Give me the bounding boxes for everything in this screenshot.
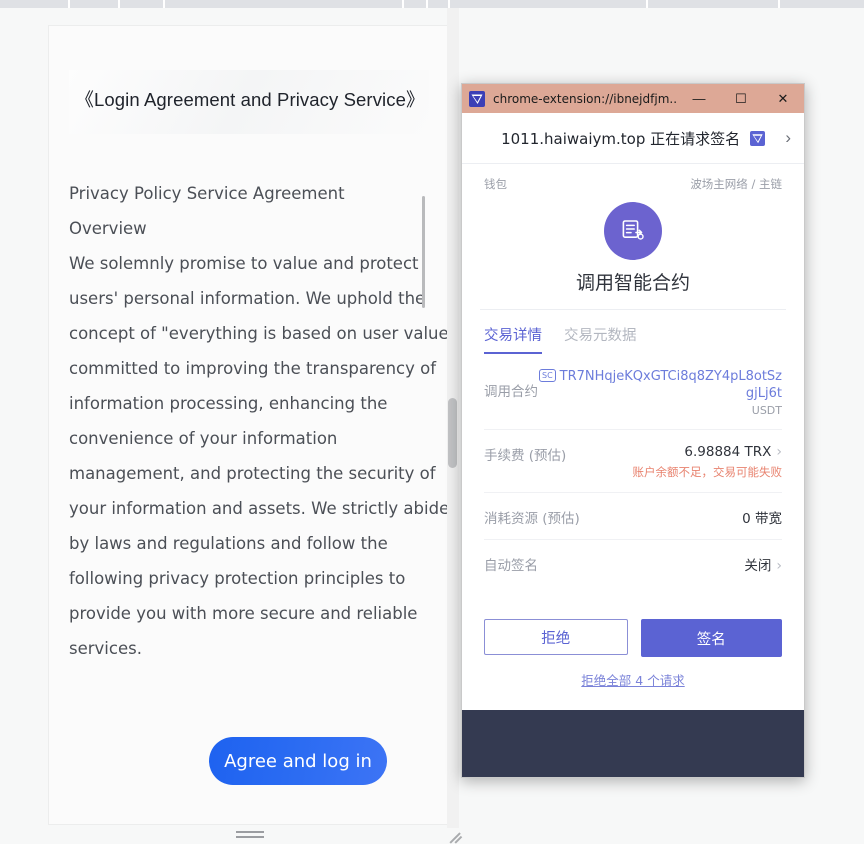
contract-address-text: TR7NHqjeKQxGTCi8q8ZY4pL8otSzgjLj6t bbox=[559, 369, 782, 401]
tronlink-extension-window: chrome-extension://ibnejdfjm... — ☐ ✕ 10… bbox=[461, 83, 805, 778]
page-scrollbar-thumb[interactable] bbox=[448, 398, 457, 468]
drag-handle-bar bbox=[236, 831, 264, 833]
tronlink-favicon-icon bbox=[469, 90, 485, 107]
tab-separator bbox=[448, 0, 450, 8]
transaction-hero: 调用智能合约 bbox=[480, 194, 786, 310]
contract-address-link[interactable]: SC TR7NHqjeKQxGTCi8q8ZY4pL8otSzgjLj6t bbox=[538, 369, 782, 401]
network-label: 波场主网络 / 主链 bbox=[690, 177, 782, 191]
tab-transaction-details[interactable]: 交易详情 bbox=[484, 324, 542, 354]
tab-separator bbox=[646, 0, 648, 8]
signature-request-header: 1011.haiwaiym.top 正在请求签名 › bbox=[462, 113, 804, 164]
maximize-button[interactable]: ☐ bbox=[720, 84, 762, 113]
detail-row-fee: 手续费 (预估) 6.98884 TRX › 账户余额不足，交易可能失败 bbox=[484, 430, 782, 493]
agreement-text-line: convenience of your information bbox=[69, 429, 338, 448]
agreement-text-line: information processing, enhancing the bbox=[69, 394, 388, 413]
fee-amount: 6.98884 TRX bbox=[684, 444, 772, 460]
close-button[interactable]: ✕ bbox=[762, 84, 804, 113]
agreement-text-body: Privacy Policy Service Agreement Overview… bbox=[69, 176, 452, 696]
browser-tab-strip[interactable] bbox=[0, 0, 864, 8]
page-title: 《Login Agreement and Privacy Service》 bbox=[75, 89, 425, 110]
sign-button[interactable]: 签名 bbox=[640, 619, 782, 657]
request-origin-text: 1011.haiwaiym.top 正在请求签名 bbox=[501, 129, 741, 148]
agreement-text-line: provide you with more secure and reliabl… bbox=[69, 604, 418, 623]
agreement-text-line: Overview bbox=[69, 219, 147, 238]
detail-row-resource: 消耗资源 (预估) 0 带宽 bbox=[484, 493, 782, 540]
fee-label: 手续费 (预估) bbox=[484, 448, 567, 464]
contract-token-symbol: USDT bbox=[751, 404, 782, 417]
smart-contract-icon bbox=[604, 202, 662, 260]
login-agreement-card: 《Login Agreement and Privacy Service》 Pr… bbox=[48, 25, 452, 825]
tab-transaction-metadata[interactable]: 交易元数据 bbox=[564, 324, 637, 354]
contract-value: SC TR7NHqjeKQxGTCi8q8ZY4pL8otSzgjLj6t USD… bbox=[538, 368, 782, 417]
transaction-details-list: 调用合约 SC TR7NHqjeKQxGTCi8q8ZY4pL8otSzgjLj6… bbox=[462, 354, 804, 586]
tab-separator bbox=[778, 0, 780, 8]
action-footer: 拒绝 签名 拒绝全部 4 个请求 bbox=[462, 619, 804, 689]
reject-button[interactable]: 拒绝 bbox=[484, 619, 628, 655]
agreement-scrollbar-thumb[interactable] bbox=[422, 196, 425, 308]
fee-value-group: 6.98884 TRX › 账户余额不足，交易可能失败 bbox=[633, 444, 783, 480]
wallet-network-row: 钱包 波场主网络 / 主链 bbox=[462, 164, 804, 194]
tab-separator bbox=[426, 0, 428, 8]
window-drag-handle[interactable] bbox=[236, 831, 264, 839]
request-expand-chevron-icon[interactable]: › bbox=[785, 128, 791, 148]
auto-sign-chevron-icon[interactable]: › bbox=[776, 558, 782, 574]
request-origin-label: 1011.haiwaiym.top 正在请求签名 bbox=[501, 128, 765, 149]
insufficient-balance-warning: 账户余额不足，交易可能失败 bbox=[632, 465, 783, 479]
tab-separator bbox=[163, 0, 165, 8]
auto-sign-label: 自动签名 bbox=[484, 558, 538, 574]
transaction-type-title: 调用智能合约 bbox=[575, 272, 690, 294]
agreement-text-line: We solemnly promise to value and protect bbox=[69, 254, 419, 273]
reject-all-requests-link[interactable]: 拒绝全部 4 个请求 bbox=[484, 670, 782, 689]
agreement-text-line: users' personal information. We uphold t… bbox=[69, 289, 426, 308]
tab-separator bbox=[118, 0, 120, 8]
agreement-text-line: management, and protecting the security … bbox=[69, 464, 436, 483]
detail-row-contract: 调用合约 SC TR7NHqjeKQxGTCi8q8ZY4pL8otSzgjLj6… bbox=[484, 354, 782, 430]
agreement-text-line: following privacy protection principles … bbox=[69, 569, 406, 588]
agreement-text-line: services. bbox=[69, 639, 142, 658]
resource-label: 消耗资源 (预估) bbox=[484, 511, 580, 527]
auto-sign-state: 关闭 bbox=[744, 558, 772, 574]
action-buttons: 拒绝 签名 bbox=[484, 619, 782, 657]
tronlink-badge-icon bbox=[749, 130, 765, 146]
extension-dark-panel bbox=[462, 710, 804, 777]
resource-value: 0 带宽 bbox=[742, 511, 782, 527]
agreement-text-line: your information and assets. We strictly… bbox=[69, 499, 450, 518]
agreement-text-line: by laws and regulations and follow the bbox=[69, 534, 388, 553]
window-titlebar[interactable]: chrome-extension://ibnejdfjm... — ☐ ✕ bbox=[462, 84, 804, 113]
transaction-tabs: 交易详情 交易元数据 bbox=[462, 310, 804, 354]
agreement-text-line: Privacy Policy Service Agreement bbox=[69, 184, 345, 203]
drag-handle-bar bbox=[236, 836, 264, 838]
agree-and-login-button[interactable]: Agree and log in bbox=[209, 737, 387, 785]
wallet-label: 钱包 bbox=[484, 177, 507, 191]
auto-sign-value-group[interactable]: 关闭 › bbox=[744, 554, 782, 574]
window-title: chrome-extension://ibnejdfjm... bbox=[493, 91, 678, 106]
agreement-text-line: committed to improving the transparency … bbox=[69, 359, 437, 378]
detail-row-auto-sign: 自动签名 关闭 › bbox=[484, 540, 782, 586]
tab-separator bbox=[68, 0, 70, 8]
contract-label: 调用合约 bbox=[484, 384, 538, 400]
agreement-text-line: concept of "everything is based on user … bbox=[69, 324, 452, 343]
fee-chevron-icon[interactable]: › bbox=[776, 444, 782, 460]
smart-contract-badge-icon: SC bbox=[538, 369, 556, 382]
tab-separator bbox=[402, 0, 404, 8]
minimize-button[interactable]: — bbox=[678, 84, 720, 113]
window-resize-grip[interactable] bbox=[449, 828, 465, 844]
